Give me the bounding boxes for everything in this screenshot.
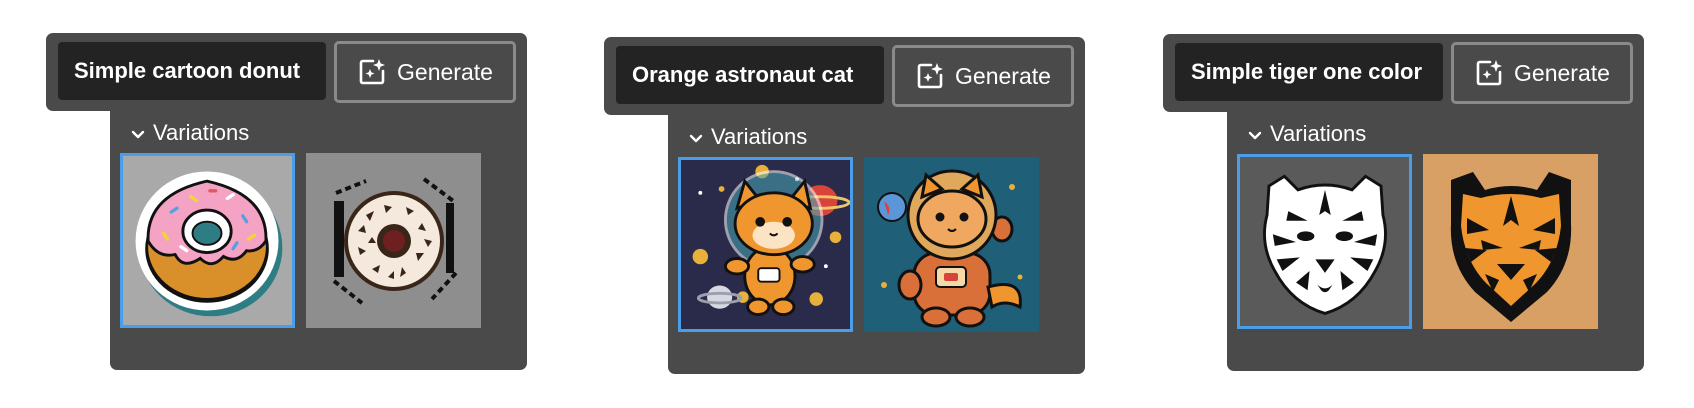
- generate-button[interactable]: Generate: [892, 45, 1074, 107]
- generate-button[interactable]: Generate: [1451, 42, 1633, 104]
- variations-toggle[interactable]: Variations: [131, 113, 249, 153]
- variations-label: Variations: [711, 124, 808, 149]
- astronaut-cat-space-image: [681, 160, 850, 329]
- sparkle-image-icon: [915, 61, 945, 91]
- generate-panel-astronaut-cat: Orange astronaut cat Generate Variations: [604, 37, 1085, 374]
- generate-button[interactable]: Generate: [334, 41, 516, 103]
- sparkle-image-icon: [357, 57, 387, 87]
- sparkle-image-icon: [1474, 58, 1504, 88]
- prompt-input[interactable]: Orange astronaut cat: [616, 46, 884, 104]
- chevron-down-icon: [689, 124, 703, 150]
- donut-sticker-image: [123, 156, 292, 325]
- variations-label: Variations: [153, 120, 250, 145]
- variation-thumbnail-donut-sprinkle[interactable]: [306, 153, 481, 328]
- prompt-input[interactable]: Simple tiger one color: [1175, 43, 1443, 101]
- chevron-down-icon: [1248, 121, 1262, 147]
- prompt-input[interactable]: Simple cartoon donut: [58, 42, 326, 100]
- variations-toggle[interactable]: Variations: [689, 117, 807, 157]
- generate-label: Generate: [397, 58, 493, 85]
- variation-thumbnail-tiger-white[interactable]: [1237, 154, 1412, 329]
- generate-label: Generate: [955, 62, 1051, 89]
- tiger-black-orange-image: [1423, 154, 1598, 329]
- generate-panel-donut: Simple cartoon donut Generate Variations: [46, 33, 527, 370]
- variation-thumbnail-donut-sticker[interactable]: [120, 153, 295, 328]
- variation-thumbnail-astronaut-cat-space[interactable]: [678, 157, 853, 332]
- generate-panel-tiger: Simple tiger one color Generate Variatio…: [1163, 34, 1644, 371]
- variations-label: Variations: [1270, 121, 1367, 146]
- astronaut-cat-suit-image: [864, 157, 1039, 332]
- variation-thumbnail-astronaut-cat-suit[interactable]: [864, 157, 1039, 332]
- generate-label: Generate: [1514, 59, 1610, 86]
- donut-sprinkle-image: [306, 153, 481, 328]
- tiger-white-image: [1240, 157, 1409, 326]
- variation-thumbnail-tiger-black-orange[interactable]: [1423, 154, 1598, 329]
- chevron-down-icon: [131, 120, 145, 146]
- variations-toggle[interactable]: Variations: [1248, 114, 1366, 154]
